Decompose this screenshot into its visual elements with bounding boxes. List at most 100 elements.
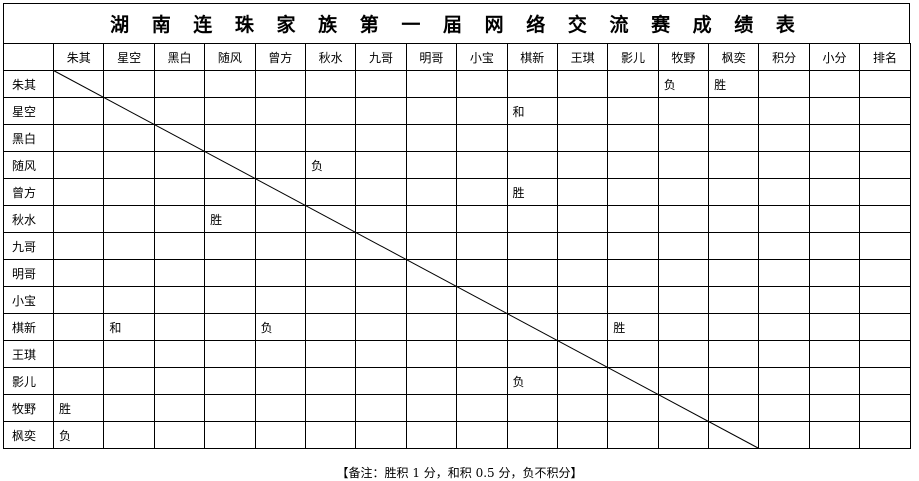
result-cell [657,367,710,395]
column-header: 棋新 [506,43,558,71]
result-cell [254,259,306,287]
header-row: 朱其 星空 黑白 随风 曾方 秋水 九哥 明哥 小宝 棋新 王琪 影儿 牧野 枫奕 积分 小分 排名 [3,43,911,71]
row-player-name: 王琪 [3,340,54,368]
result-cell: 负 [506,367,558,395]
result-cell: 胜 [204,205,256,233]
result-cell [153,124,206,152]
table-row: 影儿 负 [3,367,911,395]
result-cell [204,151,256,179]
result-cell [103,367,155,395]
result-cell [204,313,256,341]
result-cell [607,97,659,125]
result-cell [808,151,861,179]
result-cell [758,124,810,152]
result-cell [657,259,710,287]
result-cell [254,178,306,206]
result-cell [708,421,760,449]
result-cell [304,421,357,449]
result-cell [204,259,256,287]
column-header: 牧野 [657,43,710,71]
result-cell [456,259,508,287]
result-cell [204,178,256,206]
result-cell [405,124,458,152]
result-cell [355,394,407,422]
result-cell [103,259,155,287]
result-cell [52,151,105,179]
result-cell [708,313,760,341]
column-header: 影儿 [607,43,659,71]
result-cell [52,178,105,206]
table-row: 小宝 [3,286,911,314]
result-cell [355,70,407,98]
row-player-name: 影儿 [3,367,54,395]
table-row: 九哥 [3,232,911,260]
result-cell: 胜 [52,394,105,422]
result-cell [708,367,760,395]
column-header: 积分 [758,43,810,71]
result-cell [657,97,710,125]
result-cell [456,394,508,422]
result-cell [859,313,911,341]
corner-cell [3,43,54,71]
result-cell [758,340,810,368]
title-bar: 湖 南 连 珠 家 族 第 一 届 网 络 交 流 赛 成 绩 表 [3,3,910,43]
result-cell [405,178,458,206]
result-cell [355,286,407,314]
result-cell: 胜 [607,313,659,341]
result-cell [405,97,458,125]
result-cell [405,286,458,314]
result-cell [556,286,609,314]
result-cell [254,232,306,260]
result-cell [808,178,861,206]
result-cell [456,151,508,179]
result-cell [758,421,810,449]
result-cell [153,151,206,179]
result-cell [808,313,861,341]
footnote: 【备注：胜积 1 分，和积 0.5 分，负不积分】 [336,466,583,480]
result-cell [758,151,810,179]
result-cell [506,421,558,449]
column-header: 小宝 [456,43,508,71]
score-sheet: 湖 南 连 珠 家 族 第 一 届 网 络 交 流 赛 成 绩 表 朱其 星空 黑白… [0,0,919,481]
result-cell [52,286,105,314]
result-cell: 胜 [506,178,558,206]
result-cell [153,259,206,287]
result-cell [808,70,861,98]
row-player-name: 朱其 [3,70,54,98]
result-cell [355,421,407,449]
result-cell: 负 [304,151,357,179]
table-row: 秋水 胜 [3,205,911,233]
result-cell [103,178,155,206]
result-cell [103,286,155,314]
result-cell [153,367,206,395]
result-cell [808,286,861,314]
result-cell [405,259,458,287]
result-cell [758,313,810,341]
result-cell [254,97,306,125]
result-cell [758,97,810,125]
result-cell [355,124,407,152]
result-cell [607,286,659,314]
result-cell [859,340,911,368]
result-cell [607,178,659,206]
result-cell [405,394,458,422]
result-cell [304,394,357,422]
result-cell [304,124,357,152]
result-cell [153,205,206,233]
result-cell [304,205,357,233]
result-cell [506,70,558,98]
result-cell [859,286,911,314]
result-cell: 负 [657,70,710,98]
result-cell [506,205,558,233]
result-cell [456,205,508,233]
result-cell [556,394,609,422]
result-cell [254,421,306,449]
result-cell [204,286,256,314]
result-cell [405,205,458,233]
result-cell [405,232,458,260]
result-cell [808,367,861,395]
result-cell [607,151,659,179]
result-cell [859,259,911,287]
result-cell [859,394,911,422]
result-cell [304,70,357,98]
